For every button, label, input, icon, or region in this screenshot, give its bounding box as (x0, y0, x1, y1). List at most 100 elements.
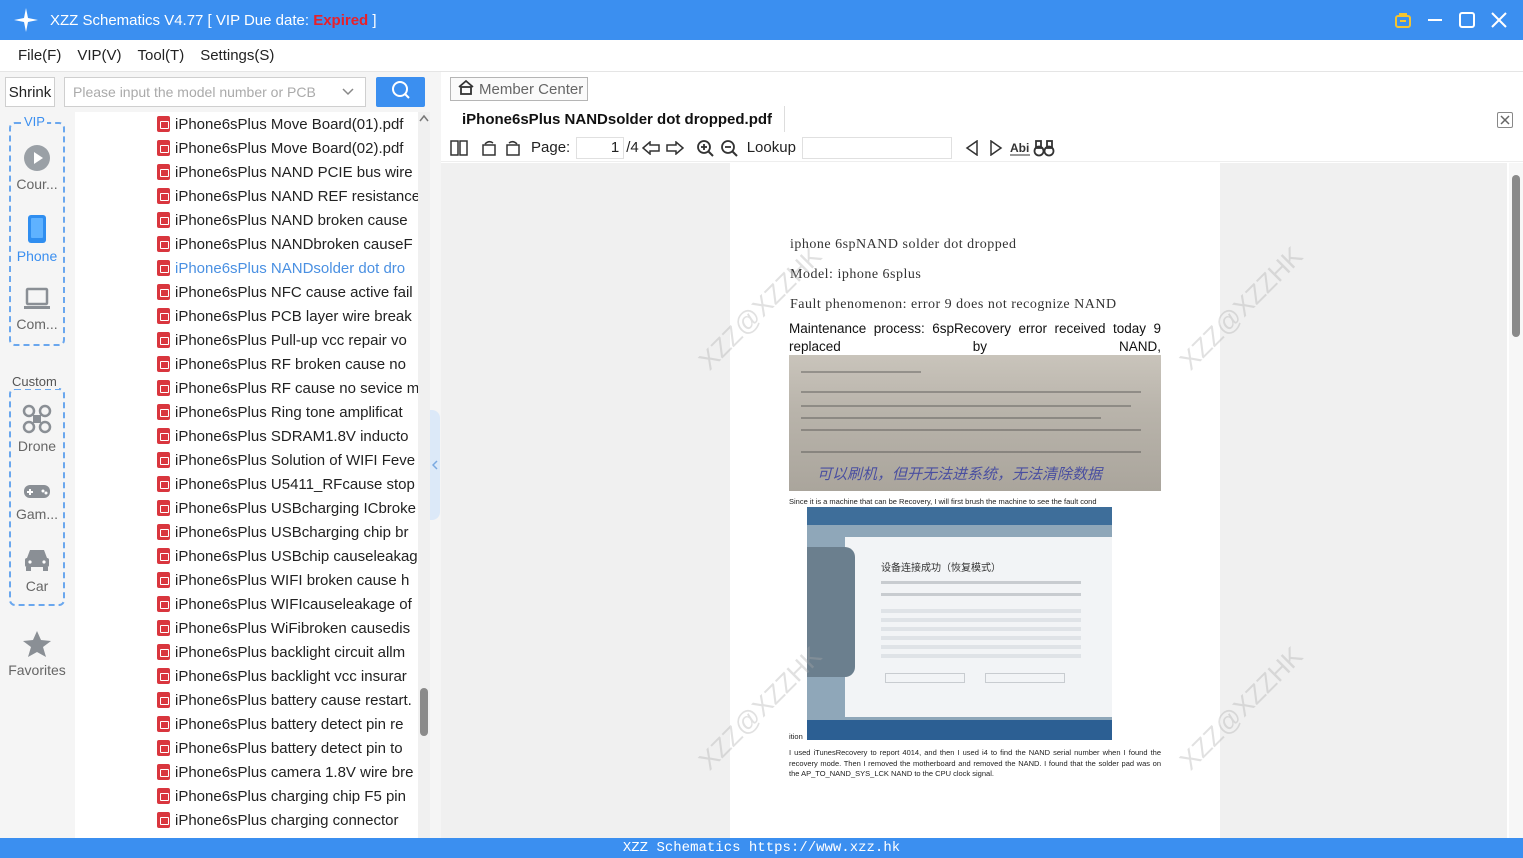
model-search-box[interactable] (64, 77, 366, 107)
category-game[interactable]: Gam... (0, 480, 74, 522)
scroll-up-icon[interactable] (419, 114, 429, 125)
viewer-scroll-thumb[interactable] (1512, 175, 1520, 337)
file-list-item[interactable]: iPhone6sPlus Pull-up vcc repair vo (75, 328, 418, 352)
file-list-scroll-thumb[interactable] (420, 688, 428, 736)
file-name: iPhone6sPlus backlight vcc insurar (175, 667, 407, 685)
pdf-file-icon (157, 740, 170, 756)
find-prev-icon[interactable] (960, 136, 984, 160)
category-computer[interactable]: Com... (0, 286, 74, 332)
status-bar: XZZ Schematics https://www.xzz.hk (0, 838, 1523, 858)
next-page-icon[interactable] (663, 136, 687, 160)
photo-screen-title: 设备连接成功（恢复模式） (881, 563, 1001, 574)
file-name: iPhone6sPlus NANDbroken causeF (175, 235, 413, 253)
search-icon (391, 80, 411, 105)
star-icon (23, 631, 51, 657)
file-list-item[interactable]: iPhone6sPlus NAND broken cause (75, 208, 418, 232)
match-case-icon[interactable]: Abi (1008, 136, 1032, 160)
file-list-scrollbar[interactable] (418, 112, 430, 838)
find-next-icon[interactable] (984, 136, 1008, 160)
file-list-item[interactable]: iPhone6sPlus camera 1.8V wire bre (75, 760, 418, 784)
file-list-item[interactable]: iPhone6sPlus backlight circuit allm (75, 640, 418, 664)
pdf-file-icon (157, 428, 170, 444)
minimize-icon[interactable] (1425, 10, 1445, 30)
pdf-file-icon (157, 524, 170, 540)
file-list-item[interactable]: iPhone6sPlus USBchip causeleakag (75, 544, 418, 568)
rotate-left-icon[interactable] (477, 136, 501, 160)
file-list-item[interactable]: iPhone6sPlus SDRAM1.8V inducto (75, 424, 418, 448)
file-list-item[interactable]: iPhone6sPlus Ring tone amplificat (75, 400, 418, 424)
doc-process: Maintenance process: 6spRecovery error r… (789, 321, 1161, 354)
file-list-item[interactable]: iPhone6sPlus U5411_RFcause stop (75, 472, 418, 496)
category-phone[interactable]: Phone (0, 214, 74, 264)
app-logo-icon (12, 6, 40, 34)
collapse-panel-handle[interactable] (430, 410, 440, 520)
doc-photo-paper-note: 可以刷机，但开无法进系统，无法清除数据 (789, 355, 1161, 491)
two-page-view-icon[interactable] (447, 136, 471, 160)
pdf-file-icon (157, 140, 170, 156)
vip-bag-icon[interactable] (1393, 10, 1413, 30)
file-list-item[interactable]: iPhone6sPlus RF cause no sevice m (75, 376, 418, 400)
document-panel: Member Center iPhone6sPlus NANDsolder do… (441, 72, 1523, 838)
rotate-right-icon[interactable] (501, 136, 525, 160)
pdf-file-icon (157, 812, 170, 828)
file-name: iPhone6sPlus battery detect pin re (175, 715, 404, 733)
category-course[interactable]: Cour... (0, 144, 74, 192)
menu-file[interactable]: File(F) (18, 47, 61, 64)
file-list-item[interactable]: iPhone6sPlus PCB layer wire break (75, 304, 418, 328)
file-list-item[interactable]: iPhone6sPlus backlight vcc insurar (75, 664, 418, 688)
file-list-item[interactable]: iPhone6sPlus NAND REF resistance (75, 184, 418, 208)
lookup-input[interactable] (801, 136, 952, 159)
file-list-item[interactable]: iPhone6sPlus charging connector (75, 808, 418, 832)
menu-settings[interactable]: Settings(S) (200, 47, 274, 64)
pdf-file-icon (157, 308, 170, 324)
file-list-item[interactable]: iPhone6sPlus NANDsolder dot dro (75, 256, 418, 280)
file-list-item[interactable]: iPhone6sPlus WIFI broken cause h (75, 568, 418, 592)
member-center-button[interactable]: Member Center (450, 77, 588, 101)
file-list-item[interactable]: iPhone6sPlus battery cause restart. (75, 688, 418, 712)
file-list-item[interactable]: iPhone6sPlus charging chip F5 pin (75, 784, 418, 808)
category-favorites[interactable]: Favorites (0, 630, 74, 678)
pdf-viewer[interactable]: iphone 6spNAND solder dot dropped Model:… (441, 163, 1507, 838)
page-number-input[interactable]: 1 (576, 136, 625, 159)
file-list-item[interactable]: iPhone6sPlus NANDbroken causeF (75, 232, 418, 256)
zoom-in-icon[interactable] (693, 136, 717, 160)
file-list-item[interactable]: iPhone6sPlus USBcharging chip br (75, 520, 418, 544)
file-list-item[interactable]: iPhone6sPlus NFC cause active fail (75, 280, 418, 304)
category-drone[interactable]: Drone (0, 404, 74, 454)
file-name: iPhone6sPlus USBchip causeleakag (175, 547, 418, 565)
viewer-scrollbar[interactable] (1509, 163, 1523, 838)
file-list-item[interactable]: iPhone6sPlus WIFIcauseleakage of (75, 592, 418, 616)
menu-vip[interactable]: VIP(V) (77, 47, 121, 64)
file-list-item[interactable]: iPhone6sPlus NAND PCIE bus wire (75, 160, 418, 184)
shrink-button[interactable]: Shrink (5, 77, 55, 107)
pdf-file-icon (157, 260, 170, 276)
file-list-item[interactable]: iPhone6sPlus USBcharging ICbroke (75, 496, 418, 520)
model-search-input[interactable] (73, 79, 338, 105)
file-list-item[interactable]: iPhone6sPlus Solution of WIFI Feve (75, 448, 418, 472)
file-list-item[interactable]: iPhone6sPlus Move Board(02).pdf (75, 136, 418, 160)
tab-document[interactable]: iPhone6sPlus NANDsolder dot dropped.pdf (450, 106, 786, 132)
file-name: iPhone6sPlus Move Board(02).pdf (175, 139, 404, 157)
close-icon[interactable] (1489, 10, 1509, 30)
file-list-item[interactable]: iPhone6sPlus WiFibroken causedis (75, 616, 418, 640)
file-list-item[interactable]: iPhone6sPlus battery detect pin re (75, 712, 418, 736)
maximize-icon[interactable] (1457, 10, 1477, 30)
find-binoculars-icon[interactable] (1032, 136, 1056, 160)
file-list-item[interactable]: iPhone6sPlus battery detect pin to (75, 736, 418, 760)
file-list-item[interactable]: iPhone6sPlus RF broken cause no (75, 352, 418, 376)
doc-photo-screen: 设备连接成功（恢复模式） (807, 507, 1112, 740)
close-tab-icon[interactable] (1497, 112, 1513, 128)
pdf-file-icon (157, 548, 170, 564)
zoom-out-icon[interactable] (717, 136, 741, 160)
prev-page-icon[interactable] (639, 136, 663, 160)
search-button[interactable] (376, 77, 425, 107)
menu-tool[interactable]: Tool(T) (138, 47, 185, 64)
chevron-down-icon[interactable] (342, 85, 354, 99)
category-car[interactable]: Car (0, 546, 74, 594)
drone-icon (22, 404, 52, 434)
pdf-file-icon (157, 500, 170, 516)
file-name: iPhone6sPlus Pull-up vcc repair vo (175, 331, 407, 349)
file-name: iPhone6sPlus NFC cause active fail (175, 283, 413, 301)
file-list-item[interactable]: iPhone6sPlus Move Board(01).pdf (75, 112, 418, 136)
home-icon (457, 79, 475, 99)
